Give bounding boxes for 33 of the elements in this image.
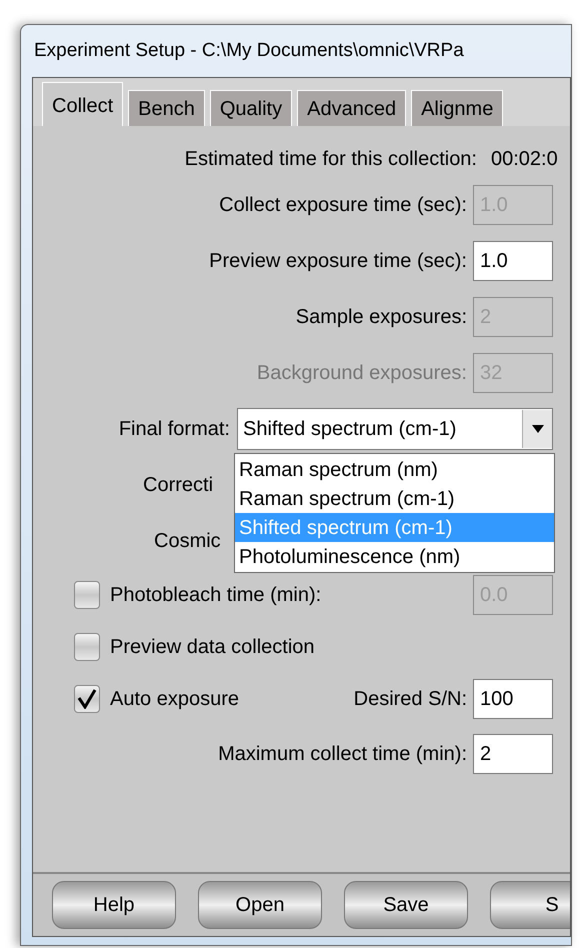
field-label: Final format:	[118, 417, 230, 442]
field-label: Collect exposure time (sec):	[219, 193, 467, 218]
checkbox[interactable]	[74, 685, 100, 713]
field-label: Desired S/N:	[354, 687, 467, 712]
dialog-button[interactable]: Open	[198, 881, 322, 929]
tab[interactable]: Alignme	[411, 90, 504, 126]
field-label: Cosmic	[154, 529, 221, 554]
field-label: Sample exposures:	[296, 305, 467, 330]
tab[interactable]: Quality	[210, 90, 292, 126]
dialog-button[interactable]: S	[490, 881, 570, 929]
checkbox[interactable]	[74, 633, 100, 661]
estimate-label: Estimated time for this collection:	[184, 147, 477, 172]
dropdown-option[interactable]: Raman spectrum (cm-1)	[235, 484, 554, 513]
input-field[interactable]: 2	[473, 734, 553, 774]
field-label: Preview exposure time (sec):	[209, 249, 467, 274]
tab[interactable]: Advanced	[297, 90, 406, 126]
field-label: Maximum collect time (min):	[218, 742, 467, 767]
tab[interactable]: Collect	[42, 82, 124, 126]
dialog-button[interactable]: Help	[52, 881, 176, 929]
checkbox-label: Photobleach time (min):	[110, 583, 322, 608]
window-title: Experiment Setup - C:\My Documents\omnic\VRPa	[34, 38, 464, 63]
format-dropdown[interactable]: Shifted spectrum (cm-1)	[237, 408, 553, 450]
tab[interactable]: Bench	[128, 90, 205, 126]
field-label: Background exposures:	[256, 361, 467, 386]
input-field[interactable]: 100	[473, 679, 553, 719]
dropdown-option[interactable]: Raman spectrum (nm)	[235, 455, 554, 484]
checkbox-label: Auto exposure	[110, 687, 239, 712]
dialog-button[interactable]: Save	[344, 881, 468, 929]
dropdown-option[interactable]: Photoluminescence (nm)	[235, 542, 554, 571]
input-field[interactable]: 1.0	[473, 241, 553, 281]
field-label: Correcti	[143, 473, 214, 498]
check-icon	[77, 689, 97, 709]
checkbox-label: Preview data collection	[110, 635, 315, 660]
